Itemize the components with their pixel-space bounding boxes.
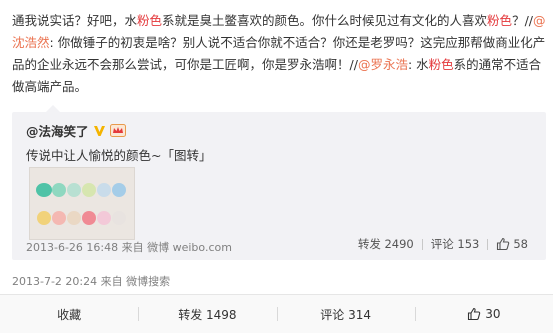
quote-text: 传说中让人愉悦的颜色~「图转」 (26, 148, 212, 163)
quote-like-count: 58 (513, 237, 528, 251)
thumbs-up-icon (497, 237, 510, 251)
verified-v-icon (93, 126, 105, 136)
post-text: 通我说实话？好吧，水粉色系就是臭土鳖喜欢的颜色。你什么时候见过有文化的人喜欢粉色… (12, 10, 548, 98)
quote-actions: 转发 2490 评论 153 58 (350, 236, 536, 252)
highlight-keyword[interactable]: 粉色 (487, 13, 512, 28)
quote-repost-button[interactable]: 转发 2490 (350, 236, 422, 252)
repost-button[interactable]: 转发 1498 (138, 295, 276, 333)
quote-image-thumbnail[interactable] (29, 167, 135, 240)
text-segment: : 水 (407, 57, 429, 72)
like-count: 30 (485, 307, 501, 321)
favorite-label: 收藏 (57, 307, 82, 322)
favorite-button[interactable]: 收藏 (0, 295, 138, 333)
crown-icon (109, 124, 126, 137)
highlight-keyword[interactable]: 粉色 (137, 13, 162, 28)
text-segment: 通我说实话？好吧，水 (12, 13, 138, 28)
quote-arrow (46, 105, 60, 112)
quote-comment-button[interactable]: 评论 153 (423, 236, 488, 252)
quoted-post[interactable]: @法海笑了 传说中让人愉悦的颜色~「图转」 2013-6-26 16:48 来自… (12, 105, 546, 260)
text-segment: ？// (512, 13, 533, 28)
post-action-bar: 收藏 转发 1498 评论 314 30 (0, 295, 553, 333)
post-meta: 2013-7-2 20:24 来自 微博搜索 (12, 275, 171, 288)
comment-label: 评论 314 (320, 307, 371, 322)
thumbs-up-icon (468, 307, 481, 321)
comment-button[interactable]: 评论 314 (276, 295, 415, 333)
quote-author-row: @法海笑了 (26, 121, 126, 140)
text-segment: 系就是臭土鳖喜欢的颜色。你什么时候见过有文化的人喜欢 (162, 13, 488, 28)
quote-author-name[interactable]: @法海笑了 (26, 121, 89, 140)
repost-label: 转发 1498 (178, 307, 237, 322)
highlight-keyword[interactable]: 粉色 (429, 57, 454, 72)
like-button[interactable]: 30 (414, 295, 553, 333)
quote-meta: 2013-6-26 16:48 来自 微博 weibo.com (26, 241, 232, 254)
soap-swatches-image (30, 168, 134, 239)
mention-link[interactable]: @罗永浩 (358, 57, 408, 72)
weibo-post: 通我说实话？好吧，水粉色系就是臭土鳖喜欢的颜色。你什么时候见过有文化的人喜欢粉色… (0, 0, 553, 333)
quote-like-button[interactable]: 58 (488, 237, 536, 251)
